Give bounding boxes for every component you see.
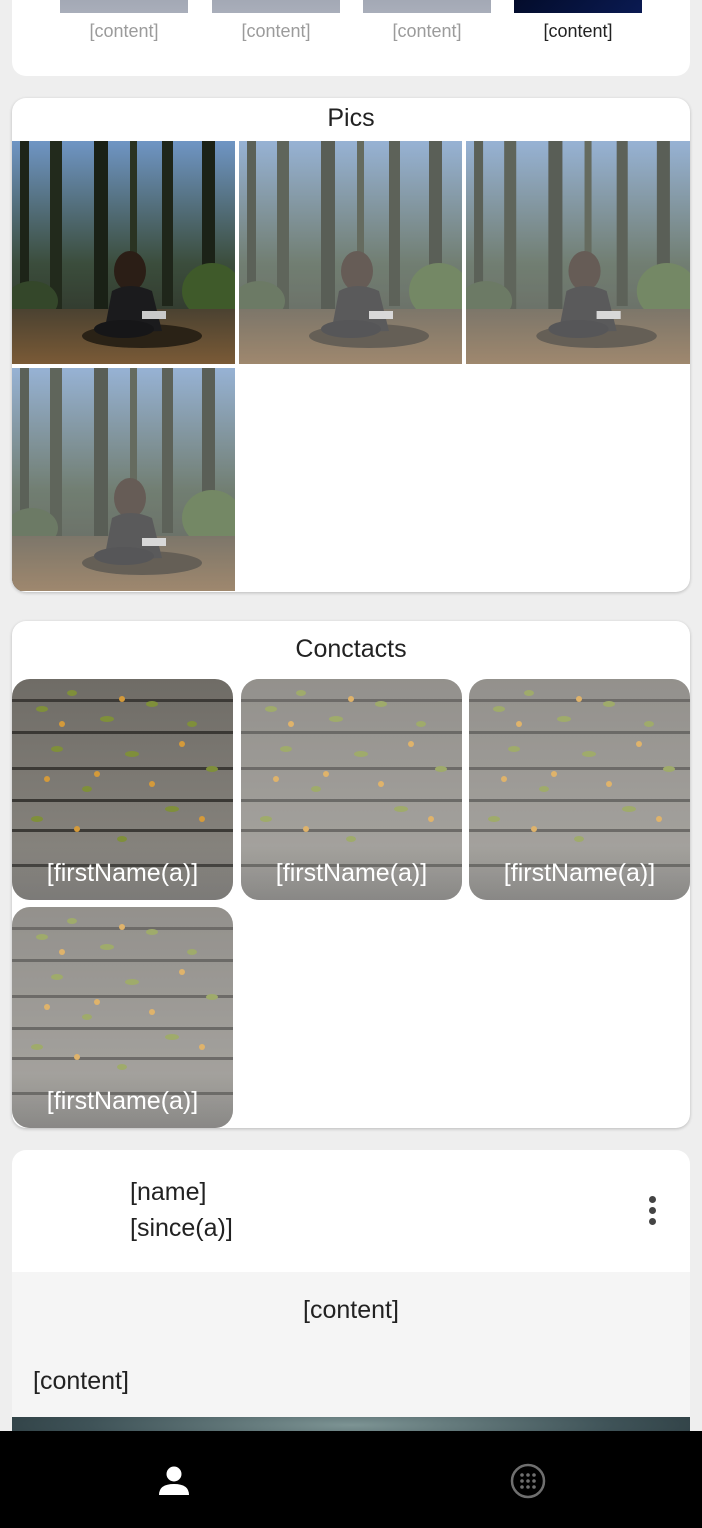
strip-thumbnail bbox=[60, 0, 188, 13]
profile-body-title: [content] bbox=[303, 1296, 399, 1324]
contact-tile[interactable]: [firstName(a)] bbox=[241, 679, 462, 900]
pics-card: Pics bbox=[12, 98, 690, 592]
bottom-navigation bbox=[0, 1431, 702, 1528]
strip-item-label: [content] bbox=[241, 21, 311, 41]
strip-item-label: [content] bbox=[392, 21, 462, 41]
person-icon[interactable] bbox=[154, 1461, 194, 1501]
contacts-title: Conctacts bbox=[295, 635, 407, 663]
contact-name: [firstName(a)] bbox=[275, 859, 428, 887]
contact-name: [firstName(a)] bbox=[46, 1087, 199, 1115]
profile-body-text: [content] bbox=[33, 1367, 129, 1395]
contact-tile[interactable]: [firstName(a)] bbox=[12, 679, 233, 900]
contact-tile[interactable]: [firstName(a)] bbox=[12, 907, 233, 1128]
apps-grid-icon[interactable] bbox=[508, 1461, 548, 1501]
strip-item-label: [content] bbox=[543, 21, 613, 41]
contact-name: [firstName(a)] bbox=[503, 859, 656, 887]
profile-since: [since(a)] bbox=[130, 1214, 233, 1242]
contact-tile[interactable]: [firstName(a)] bbox=[469, 679, 690, 900]
pic-thumbnail[interactable] bbox=[239, 141, 462, 364]
profile-name: [name] bbox=[130, 1178, 207, 1206]
contact-name: [firstName(a)] bbox=[46, 859, 199, 887]
strip-thumbnail bbox=[514, 0, 642, 13]
more-options-icon[interactable] bbox=[640, 1196, 664, 1228]
strip-item[interactable]: [content] bbox=[212, 0, 340, 42]
pic-thumbnail[interactable] bbox=[12, 368, 235, 591]
strip-thumbnail bbox=[212, 0, 340, 13]
strip-item-active[interactable]: [content] bbox=[514, 0, 642, 42]
pic-thumbnail[interactable] bbox=[12, 141, 235, 364]
top-strip-card: [content] [content] [content] [content] bbox=[12, 0, 690, 76]
strip-item[interactable]: [content] bbox=[60, 0, 188, 42]
pics-title: Pics bbox=[327, 104, 375, 132]
pic-thumbnail[interactable] bbox=[466, 141, 690, 364]
strip-item-label: [content] bbox=[89, 21, 159, 41]
strip-thumbnail bbox=[363, 0, 491, 13]
strip-item[interactable]: [content] bbox=[363, 0, 491, 42]
contacts-card: Conctacts [firstName(a)] [firstName(a)] … bbox=[12, 621, 690, 1128]
